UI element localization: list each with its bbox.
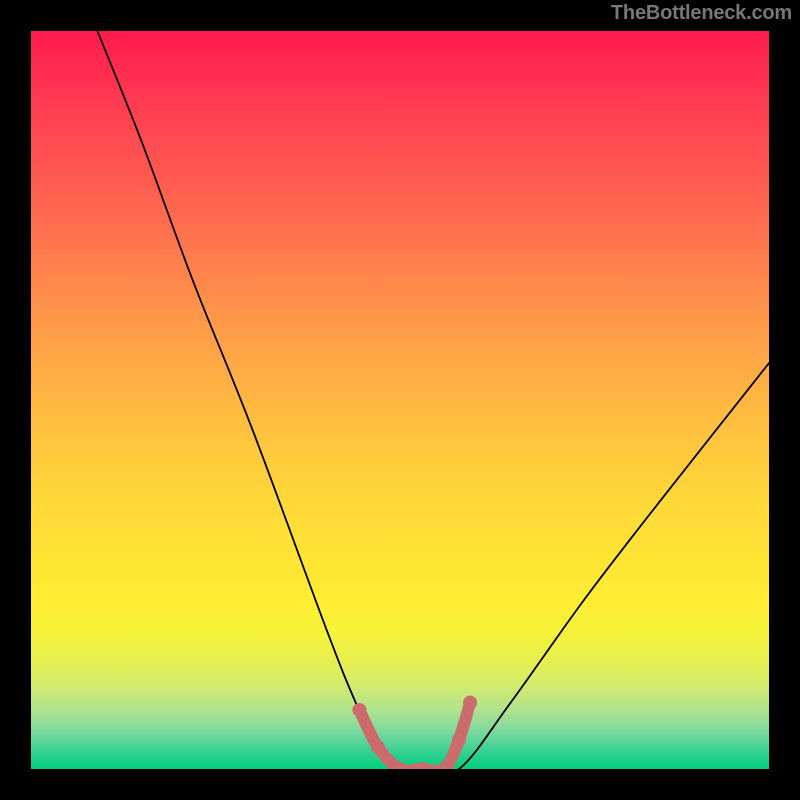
- chart-frame: TheBottleneck.com: [0, 0, 800, 800]
- marker-dot: [352, 703, 366, 717]
- plot-svg: [31, 31, 769, 769]
- watermark-text: TheBottleneck.com: [611, 2, 792, 25]
- marker-dot: [452, 732, 466, 746]
- marker-dot: [415, 762, 429, 769]
- marker-dot: [463, 696, 477, 710]
- plot-area: [31, 31, 769, 769]
- curve-line: [97, 31, 769, 769]
- curve-series: [97, 31, 769, 769]
- marker-band: [352, 696, 477, 769]
- marker-dot: [371, 740, 385, 754]
